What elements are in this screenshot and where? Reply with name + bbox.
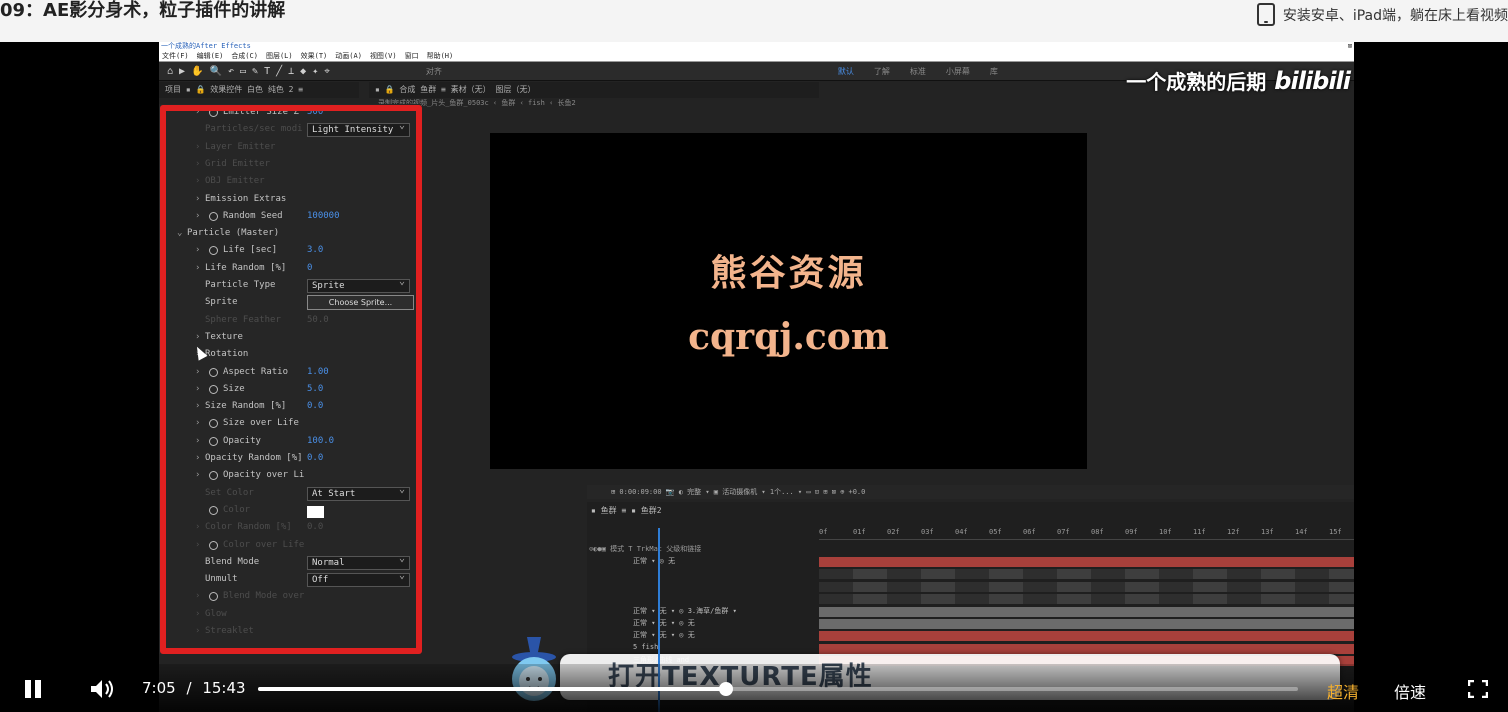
workspace-tab[interactable]: 默认 <box>838 66 854 77</box>
ruler-tick: 06f <box>1023 528 1036 536</box>
comp-footer: ⊞ 0:00:09:00 📷 ◐ 完整 ▾ ▣ 活动摄像机 ▾ 1个... ▾ … <box>587 485 1354 499</box>
ruler-tick: 07f <box>1057 528 1070 536</box>
ruler-tick: 11f <box>1193 528 1206 536</box>
ruler-tick: 10f <box>1159 528 1172 536</box>
layer-row[interactable]: 5 fish <box>633 643 658 651</box>
ae-menu-item[interactable]: 窗口 <box>405 51 419 61</box>
ruler-tick: 09f <box>1125 528 1138 536</box>
video-title: 09：AE影分身术，粒子插件的讲解 <box>0 0 286 21</box>
progress-fill <box>258 687 726 691</box>
workspace-tab[interactable]: 小屏幕 <box>946 66 970 77</box>
ae-menu-bar: 文件(F) 编辑(E) 合成(C) 图层(L) 效果(T) 动画(A) 视图(V) 窗口 帮助(… <box>159 51 1354 62</box>
ruler-tick: 02f <box>887 528 900 536</box>
ae-menu-item[interactable]: 编辑(E) <box>197 51 224 61</box>
composition-viewer: 熊谷资源 cqrqj.com <box>490 133 1087 469</box>
video-player[interactable]: 一个成熟的After Effects ⊠ 文件(F) 编辑(E) 合成(C) 图层(L)… <box>0 42 1508 712</box>
layer-row[interactable]: 正常 ▾ ◎ 无 <box>633 556 675 566</box>
ae-menu-item[interactable]: 文件(F) <box>162 51 189 61</box>
ae-tool-icon[interactable]: ↶ <box>228 66 234 77</box>
effect-controls-tab: 项目 ▪ 🔒 效果控件 白色 纯色 2 ≡ <box>159 82 359 98</box>
layer-bar[interactable] <box>819 606 1354 617</box>
progress-handle[interactable] <box>719 682 733 696</box>
ae-tool-icon[interactable]: ◆ <box>300 66 306 77</box>
video-header: 09：AE影分身术，粒子插件的讲解 安装安卓、iPad端，躺在床上看视频 <box>0 0 1508 42</box>
watermark-url: cqrqj.com <box>688 316 889 358</box>
layer-column-headers: ⊙◐●▣ 模式 T TrkMat 父级和链接 <box>589 545 702 553</box>
layer-bar[interactable] <box>819 557 1354 567</box>
ae-menu-item[interactable]: 帮助(H) <box>427 51 454 61</box>
layer-bar[interactable] <box>819 631 1354 642</box>
ruler-tick: 14f <box>1295 528 1308 536</box>
ruler-tick: 0f <box>819 528 828 536</box>
promo-text: 安装安卓、iPad端，躺在床上看视频 <box>1282 7 1508 24</box>
ruler-tick: 12f <box>1227 528 1240 536</box>
ae-tool-icon[interactable]: ▶ <box>179 66 185 77</box>
ae-window-title: 一个成熟的After Effects ⊠ <box>159 42 1354 51</box>
time-separator: / <box>186 679 192 697</box>
ae-tool-icon[interactable]: ⌖ <box>324 66 330 77</box>
tablet-icon <box>1256 3 1275 26</box>
ae-tool-icon[interactable]: ▭ <box>240 66 246 77</box>
ruler-tick: 13f <box>1261 528 1274 536</box>
ruler-tick: 01f <box>853 528 866 536</box>
layer-bar[interactable] <box>819 581 1354 592</box>
quality-button[interactable]: 超清 <box>1327 679 1359 703</box>
layer-bar[interactable] <box>819 643 1354 654</box>
ae-menu-item[interactable]: 合成(C) <box>231 51 258 61</box>
pause-button[interactable] <box>24 680 42 698</box>
ae-tool-icon[interactable]: 🔍 <box>210 66 222 77</box>
uploader-logo: 一个成熟的后期 bilibili <box>1126 66 1351 95</box>
highlight-box <box>160 105 422 654</box>
layer-bar[interactable] <box>819 594 1354 605</box>
ae-menu-item[interactable]: 效果(T) <box>301 51 328 61</box>
fullscreen-icon[interactable] <box>1468 680 1488 698</box>
comp-tabs: ▪ 🔒 合成 鱼群 ≡ 素材（无） 图层（无） <box>369 82 819 98</box>
ae-tool-icon[interactable]: ⊥ <box>288 66 294 77</box>
volume-icon[interactable] <box>89 678 115 700</box>
current-time: 7:05 <box>142 679 176 697</box>
layer-row[interactable]: 正常 ▾ 无 ▾ ◎ 无 <box>633 630 695 640</box>
ruler-tick: 15f <box>1329 528 1342 536</box>
bilibili-logo: bilibili <box>1274 66 1351 95</box>
workspace-tab[interactable]: 库 <box>990 66 998 77</box>
ruler-tick: 05f <box>989 528 1002 536</box>
total-time: 15:43 <box>202 679 246 697</box>
time-display: 7:05 / 15:43 <box>142 679 246 697</box>
ruler-tick: 08f <box>1091 528 1104 536</box>
ae-menu-item[interactable]: 动画(A) <box>335 51 362 61</box>
ae-tool-icon[interactable]: ✦ <box>312 66 318 77</box>
layer-row[interactable]: 正常 ▾ 无 ▾ ◎ 3.海草/鱼群 ▾ <box>633 606 737 616</box>
ae-tool-icon[interactable]: ✋ <box>191 66 203 77</box>
ae-tool-icon[interactable]: ✎ <box>252 66 258 77</box>
ruler-tick: 04f <box>955 528 968 536</box>
ae-tool-icon[interactable]: ⌂ <box>167 66 173 77</box>
speed-button[interactable]: 倍速 <box>1394 679 1426 703</box>
comp-breadcrumb: 录制完成的视频_片头_鱼群_0503c ‹ 鱼群 ‹ fish ‹ 长鱼2 <box>364 98 1014 109</box>
ae-tool-icon[interactable]: T <box>264 66 270 77</box>
snap-toggle[interactable]: 对齐 <box>426 66 442 77</box>
layer-bar[interactable] <box>819 569 1354 580</box>
layer-bar[interactable] <box>819 619 1354 629</box>
timeline-tabs[interactable]: ▪ 鱼群 ≡ ▪ 鱼群2 <box>591 504 662 518</box>
workspace-tab[interactable]: 标准 <box>910 66 926 77</box>
app-promo-link[interactable]: 安装安卓、iPad端，躺在床上看视频 <box>1256 3 1508 26</box>
ae-tool-icon[interactable]: ╱ <box>276 66 282 77</box>
ae-menu-item[interactable]: 图层(L) <box>266 51 293 61</box>
layer-row[interactable]: 正常 ▾ 无 ▾ ◎ 无 <box>633 618 695 628</box>
watermark-title: 熊谷资源 <box>710 252 867 294</box>
workspace-tab[interactable]: 了解 <box>874 66 890 77</box>
timeline-ruler: 0f 01f 02f 03f 04f 05f 06f 07f 08f 09f 10f 11f 12f 13… <box>819 528 1354 540</box>
ae-menu-item[interactable]: 视图(V) <box>370 51 397 61</box>
ruler-tick: 03f <box>921 528 934 536</box>
close-icon: ⊠ <box>1347 42 1352 50</box>
